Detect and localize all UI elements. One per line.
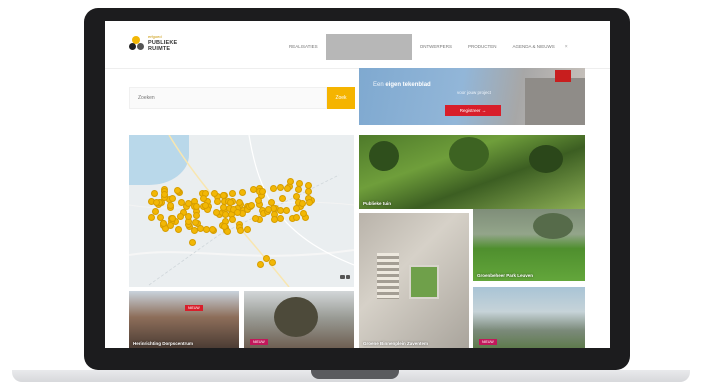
promo-brand-mark xyxy=(555,70,571,82)
logo-text: erfgoed PUBLIEKE RUIMTE xyxy=(148,34,177,52)
laptop-base-notch xyxy=(311,370,399,379)
search-input[interactable] xyxy=(129,87,327,109)
promo-subline: voor jouw project xyxy=(457,90,492,95)
tile-row-a-caption: Herinrichting Dorpscentrum xyxy=(133,341,194,346)
map-marker[interactable] xyxy=(298,200,306,208)
tile-row-a[interactable]: NIEUW Herinrichting Dorpscentrum xyxy=(129,291,239,348)
map-marker[interactable] xyxy=(192,202,200,210)
map-marker[interactable] xyxy=(151,189,158,197)
map-marker[interactable] xyxy=(192,211,200,219)
map-marker[interactable] xyxy=(238,188,246,196)
map-marker[interactable] xyxy=(269,184,277,192)
map-marker[interactable] xyxy=(258,187,266,195)
tile-garden-caption: Publieke tuin xyxy=(363,201,392,206)
stage: erfgoed PUBLIEKE RUIMTE REALISATIES ONTW… xyxy=(0,0,702,387)
map-marker[interactable] xyxy=(174,186,182,194)
map-marker[interactable] xyxy=(254,197,262,205)
map-marker[interactable] xyxy=(219,203,227,211)
map-marker[interactable] xyxy=(269,259,276,266)
project-map[interactable] xyxy=(129,135,354,287)
map-marker[interactable] xyxy=(279,194,287,202)
tile-lawn-caption: Groenbeheer Park Leuven xyxy=(477,273,534,278)
map-marker[interactable] xyxy=(227,198,234,206)
map-marker[interactable] xyxy=(299,209,307,217)
tile-aerial-caption: Groene Binnenplein Zaventem xyxy=(363,341,429,346)
nav-item-active[interactable] xyxy=(325,34,412,60)
main-nav: REALISATIES ONTWERPERS PRODUCTEN AGENDA … xyxy=(281,34,568,60)
laptop-screen: erfgoed PUBLIEKE RUIMTE REALISATIES ONTW… xyxy=(105,21,610,348)
promo-banner[interactable]: Een eigen tekenblad voor jouw project Re… xyxy=(359,68,585,125)
map-marker[interactable] xyxy=(213,197,221,205)
tile-aerial[interactable]: Groene Binnenplein Zaventem xyxy=(359,213,469,348)
tile-modern-badge: NIEUW xyxy=(479,339,497,345)
map-marker[interactable] xyxy=(284,184,291,192)
logo-line-2: RUIMTE xyxy=(148,46,171,52)
tile-garden[interactable]: Publieke tuin xyxy=(359,135,585,209)
map-zoom-control[interactable] xyxy=(340,275,350,279)
map-marker[interactable] xyxy=(235,199,243,206)
site-header: erfgoed PUBLIEKE RUIMTE REALISATIES ONTW… xyxy=(105,21,610,69)
map-marker[interactable] xyxy=(228,190,236,198)
tile-lawn[interactable]: Groenbeheer Park Leuven xyxy=(473,209,585,281)
search-bar: Zoek xyxy=(129,87,355,109)
map-marker[interactable] xyxy=(177,199,185,207)
tile-row-a-badge: NIEUW xyxy=(185,305,203,311)
promo-cta-button[interactable]: Registreer → xyxy=(445,105,501,116)
map-marker[interactable] xyxy=(257,261,264,268)
map-marker[interactable] xyxy=(292,205,300,212)
promo-product-image xyxy=(525,78,585,125)
map-marker[interactable] xyxy=(189,239,196,246)
promo-headline: Een eigen tekenblad xyxy=(373,82,431,88)
map-marker[interactable] xyxy=(234,209,241,216)
aerial-rows xyxy=(377,253,399,299)
nav-item-ontwerpers[interactable]: ONTWERPERS xyxy=(412,34,460,60)
search-button[interactable]: Zoek xyxy=(327,87,355,109)
aerial-green-block xyxy=(409,265,439,299)
map-marker[interactable] xyxy=(305,199,313,206)
tile-row-b-badge: NIEUW xyxy=(250,339,268,345)
nav-item-realisaties[interactable]: REALISATIES xyxy=(281,34,326,60)
map-marker[interactable] xyxy=(244,225,252,233)
nav-item-agenda[interactable]: AGENDA & NIEUWS xyxy=(504,34,562,60)
map-marker[interactable] xyxy=(304,187,312,195)
nav-item-producten[interactable]: PRODUCTEN xyxy=(460,34,505,60)
map-marker[interactable] xyxy=(159,220,167,228)
site-logo[interactable]: erfgoed PUBLIEKE RUIMTE xyxy=(129,34,177,52)
logo-mark-icon xyxy=(129,35,144,51)
tile-modern[interactable]: NIEUW xyxy=(473,287,585,348)
close-icon[interactable]: × xyxy=(565,44,568,50)
tile-row-b[interactable]: NIEUW xyxy=(244,291,354,348)
map-marker[interactable] xyxy=(184,213,192,220)
map-marker[interactable] xyxy=(251,215,259,223)
map-marker[interactable] xyxy=(166,221,174,229)
map-marker[interactable] xyxy=(247,201,255,209)
map-marker[interactable] xyxy=(295,179,303,187)
map-marker[interactable] xyxy=(168,214,176,222)
map-marker[interactable] xyxy=(167,201,175,209)
